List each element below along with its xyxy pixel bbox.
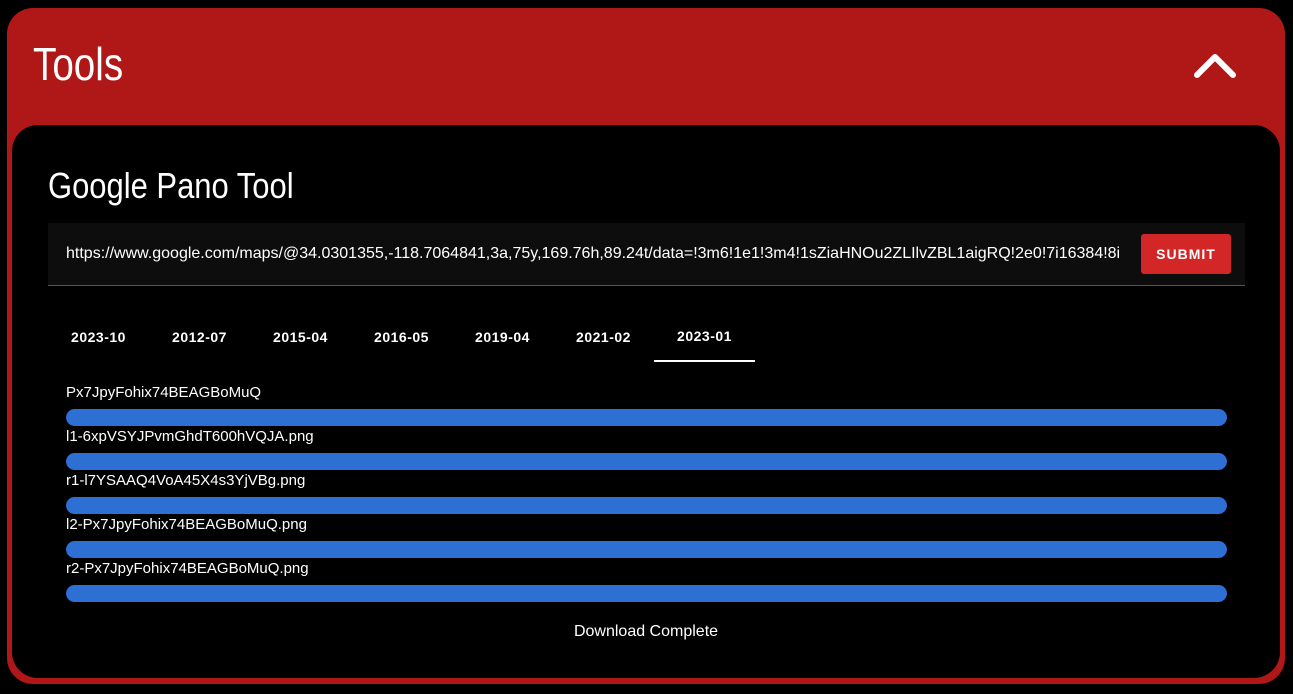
pano-tool-card: Google Pano Tool SUBMIT 2023-10 2012-07 … (12, 125, 1280, 678)
list-item: r1-l7YSAAQ4VoA45X4s3YjVBg.png (66, 472, 1227, 516)
file-name: Px7JpyFohix74BEAGBoMuQ (66, 384, 262, 401)
progress-bar (66, 453, 1227, 470)
list-item: l2-Px7JpyFohix74BEAGBoMuQ.png (66, 516, 1227, 560)
progress-bar (66, 409, 1227, 426)
progress-fill (66, 409, 1227, 426)
file-name: r2-Px7JpyFohix74BEAGBoMuQ.png (66, 560, 309, 577)
tab-2021-02[interactable]: 2021-02 (553, 312, 654, 362)
tab-2012-07[interactable]: 2012-07 (149, 312, 250, 362)
status-text: Download Complete (573, 623, 719, 640)
progress-bar (66, 497, 1227, 514)
submit-button[interactable]: SUBMIT (1141, 234, 1231, 274)
tab-2015-04[interactable]: 2015-04 (250, 312, 351, 362)
list-item: r2-Px7JpyFohix74BEAGBoMuQ.png (66, 560, 1227, 604)
tab-2016-05[interactable]: 2016-05 (351, 312, 452, 362)
file-name: l1-6xpVSYJPvmGhdT600hVQJA.png (66, 428, 314, 445)
url-input[interactable] (60, 237, 1126, 271)
list-item: Px7JpyFohix74BEAGBoMuQ (66, 384, 1227, 428)
chevron-up-icon (1194, 54, 1236, 78)
list-item: l1-6xpVSYJPvmGhdT600hVQJA.png (66, 428, 1227, 472)
tab-2023-10[interactable]: 2023-10 (48, 312, 149, 362)
progress-fill (66, 541, 1227, 558)
date-tabs: 2023-10 2012-07 2015-04 2016-05 2019-04 … (48, 312, 755, 362)
tab-2019-04[interactable]: 2019-04 (452, 312, 553, 362)
file-list: Px7JpyFohix74BEAGBoMuQ l1-6xpVSYJPvmGhdT… (66, 384, 1227, 604)
file-name: r1-l7YSAAQ4VoA45X4s3YjVBg.png (66, 472, 306, 489)
progress-fill (66, 497, 1227, 514)
tab-2023-01[interactable]: 2023-01 (654, 312, 755, 362)
tools-panel: Tools Google Pano Tool SUBMIT 2023-10 20… (7, 8, 1285, 684)
progress-fill (66, 453, 1227, 470)
file-name: l2-Px7JpyFohix74BEAGBoMuQ.png (66, 516, 307, 533)
page-title: Tools (33, 38, 124, 90)
collapse-button[interactable] (1193, 50, 1237, 80)
progress-bar (66, 585, 1227, 602)
progress-bar (66, 541, 1227, 558)
tool-title: Google Pano Tool (48, 165, 294, 206)
progress-fill (66, 585, 1227, 602)
url-form: SUBMIT (48, 223, 1245, 286)
